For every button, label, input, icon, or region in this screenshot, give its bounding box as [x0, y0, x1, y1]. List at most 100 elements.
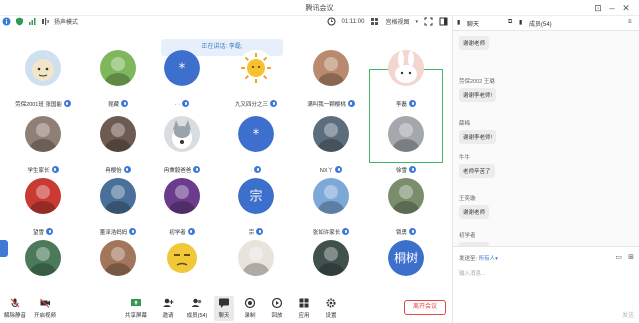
title-bar: 腾讯会议 ⊡ – ✕ — [0, 0, 639, 16]
record-button[interactable]: 录制 — [241, 297, 259, 319]
chat-panel: ▮ 聊天 ⧉ ▮ 成员(54) ≡ 谢谢老师 劳保2002 王璐 谢谢李老师! 薛梅谢… — [452, 16, 639, 323]
participant-tile[interactable]: 锁勇 — [369, 168, 443, 238]
apps-button[interactable]: 应用 — [295, 297, 313, 319]
record-icon — [244, 297, 256, 309]
participant-tile[interactable] — [294, 230, 368, 300]
fullscreen-icon[interactable] — [424, 17, 433, 26]
svg-text:宗: 宗 — [249, 188, 262, 204]
apps-label: 应用 — [298, 313, 310, 319]
member-tab-icon: ▮ — [519, 20, 523, 26]
send-to-label: 发送至: — [459, 256, 478, 262]
participant-tile[interactable] — [6, 230, 80, 300]
close-icon[interactable]: ✕ — [620, 2, 632, 14]
shield-icon[interactable] — [15, 17, 24, 26]
speaker-mode-icon — [41, 17, 50, 26]
avatar — [238, 240, 274, 276]
info-icon[interactable] — [2, 17, 11, 26]
chat-tab-icon: ▮ — [457, 20, 461, 26]
mic-muted-icon — [10, 298, 20, 308]
gear-icon — [326, 298, 336, 308]
video-button[interactable]: 开启视频 — [32, 297, 58, 319]
invite-label: 邀请 — [162, 313, 174, 319]
participant-tile[interactable]: 劳保2001班 张国能 — [6, 40, 80, 110]
participant-tile[interactable]: 冉秉毅爸爸 — [145, 106, 219, 176]
participant-tile[interactable]: 桐树 — [369, 230, 443, 300]
avatar — [388, 116, 424, 152]
leave-meeting-button[interactable]: 离开会议 — [404, 300, 446, 315]
popout-icon[interactable]: ⧉ — [508, 19, 512, 26]
chat-button[interactable]: 聊天 — [214, 296, 234, 321]
chat-input-area[interactable]: 发送至: 所有人▾ ▭ ⊞ 输入消息... 发送 — [453, 246, 639, 323]
chat-message: 薛梅 谢谢李老师! — [459, 119, 497, 144]
send-button[interactable]: 发送 — [622, 310, 634, 319]
chat-message: 谢谢老师 — [459, 36, 490, 50]
chat-label: 聊天 — [218, 313, 230, 319]
participant-tile[interactable]: 董泽浩妈妈 — [81, 168, 155, 238]
avatar: 桐树 — [388, 240, 424, 276]
speaker-mode-label[interactable]: 扬声模式 — [54, 17, 78, 26]
invite-icon — [163, 298, 174, 307]
chat-message: 王奕璇 谢谢老师 — [459, 194, 490, 219]
timer-icon — [327, 17, 336, 26]
menu-icon[interactable]: ≡ — [628, 19, 632, 25]
mute-label: 解除静音 — [3, 313, 26, 319]
signal-icon — [28, 17, 37, 26]
meeting-toolbar: 扬声模式 01:11:00 宫格视图 ▾ — [0, 16, 452, 31]
pin-icon[interactable]: ⊡ — [592, 2, 604, 14]
replay-label: 回放 — [271, 313, 283, 319]
apps-icon — [299, 298, 309, 308]
message-bubble: 谢谢李老师! — [459, 130, 497, 144]
invite-button[interactable]: 邀请 — [158, 297, 178, 319]
participant-tile[interactable]: 昆藏 — [81, 40, 155, 110]
panel-toggle-icon[interactable] — [439, 17, 448, 26]
avatar — [313, 178, 349, 214]
participant-tile[interactable]: 徐雪 — [369, 106, 443, 176]
svg-text:*: * — [253, 127, 260, 142]
members-icon — [192, 298, 202, 307]
participant-tile[interactable]: 满叫我一颗樱桃 — [294, 40, 368, 110]
svg-text:桐树: 桐树 — [394, 250, 418, 265]
members-button[interactable]: 成员(54) — [184, 297, 210, 319]
message-bubble: 谢谢老师 — [459, 205, 490, 219]
avatar — [313, 240, 349, 276]
participant-tile[interactable]: 宗宗 — [219, 168, 293, 238]
replay-button[interactable]: 回放 — [268, 297, 286, 319]
participant-tile[interactable]: 初学者 — [145, 168, 219, 238]
share-screen-button[interactable]: 共享屏幕 — [122, 297, 150, 319]
expand-side-button[interactable] — [0, 240, 8, 257]
screenshot-icon[interactable]: ⊞ — [628, 253, 634, 261]
send-to-selector[interactable]: 所有人▾ — [479, 256, 498, 262]
participant-tile[interactable]: 九又四分之三 — [219, 40, 293, 110]
chat-message: 牛牛 老师辛苦了 — [459, 153, 495, 178]
participant-tile[interactable]: 冉樱怡 — [81, 106, 155, 176]
tab-members[interactable]: 成员(54) — [529, 19, 552, 28]
participant-tile[interactable]: * · — [219, 106, 293, 176]
mute-button[interactable]: 解除静音 — [2, 297, 28, 319]
settings-button[interactable]: 设置 — [322, 297, 340, 319]
minimize-icon[interactable]: – — [606, 2, 618, 14]
tab-chat[interactable]: 聊天 — [467, 19, 479, 28]
chat-icon — [219, 298, 229, 308]
svg-text:*: * — [179, 61, 186, 76]
participant-tile[interactable] — [219, 230, 293, 300]
participant-tile[interactable] — [145, 230, 219, 300]
participant-tile[interactable]: 张如许家长 — [294, 168, 368, 238]
avatar — [25, 240, 61, 276]
participant-tile[interactable] — [81, 230, 155, 300]
grid-view-icon[interactable] — [370, 17, 379, 26]
participant-tile[interactable]: 学生家长 — [6, 106, 80, 176]
view-selector[interactable]: 宫格视图 — [385, 17, 409, 26]
participant-tile[interactable]: 望雪 — [6, 168, 80, 238]
participant-tile[interactable]: NX丫 — [294, 106, 368, 176]
participant-tile[interactable]: * · · — [145, 40, 219, 110]
chevron-down-icon[interactable]: ▾ — [415, 19, 418, 25]
meeting-timer: 01:11:00 — [341, 18, 365, 25]
share-label: 共享屏幕 — [124, 313, 147, 319]
message-bubble: 谢谢李老师! — [459, 88, 497, 102]
avatar — [100, 50, 136, 86]
share-screen-icon — [131, 299, 141, 306]
chat-input[interactable]: 输入消息... — [459, 269, 486, 277]
settings-label: 设置 — [325, 313, 337, 319]
folder-icon[interactable]: ▭ — [615, 253, 622, 261]
participant-tile[interactable]: 李磊 — [369, 40, 443, 110]
